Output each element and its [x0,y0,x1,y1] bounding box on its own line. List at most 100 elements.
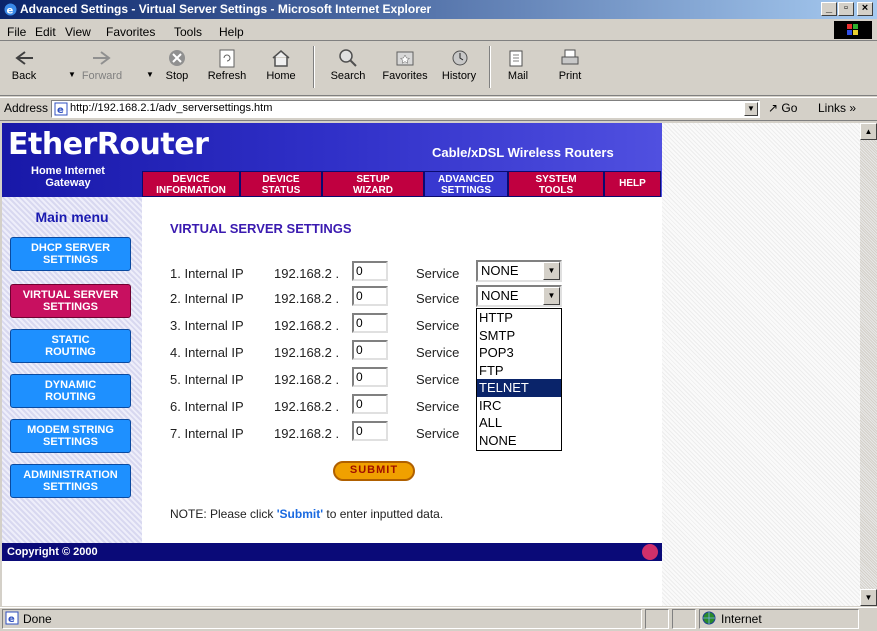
service-label: Service [416,345,460,360]
sidebar-item-label: VIRTUAL SERVER [22,289,119,301]
nav-label: INFORMATION [156,185,226,196]
page-icon: e [54,102,68,116]
menu-file[interactable]: File [7,25,26,39]
favorites-label: Favorites [382,70,428,82]
service-value: NONE [481,263,519,278]
dropdown-option-pop3[interactable]: POP3 [477,344,561,362]
status-panel [672,609,696,629]
sidebar-item-label: SETTINGS [42,436,98,448]
nav-help[interactable]: HELP [604,171,661,197]
page-background [662,123,860,606]
menu-edit[interactable]: Edit [35,25,56,39]
sidebar-item-label: SETTINGS [42,301,98,313]
service-value: NONE [481,288,519,303]
internal-ip-input[interactable]: 0 [352,313,388,333]
nav-system-tools[interactable]: SYSTEM TOOLS [508,171,604,197]
search-button[interactable]: Search [326,44,370,92]
ip-prefix: 192.168.2 . [274,291,340,306]
sub-brand: Home Internet Gateway [8,165,128,189]
menu-view[interactable]: View [65,25,91,39]
sidebar-item-dynamic-routing[interactable]: DYNAMIC ROUTING [10,374,131,408]
row-label: 2. Internal IP [170,291,244,306]
status-panel [645,609,669,629]
nav-advanced-settings[interactable]: ADVANCED SETTINGS [424,171,508,197]
menu-help[interactable]: Help [219,25,244,39]
dropdown-option-http[interactable]: HTTP [477,309,561,327]
menu-favorites[interactable]: Favorites [106,25,155,39]
mail-button[interactable]: Mail [496,44,540,92]
go-button[interactable]: ↗ Go [768,101,797,115]
scroll-up-icon[interactable]: ▲ [860,123,877,140]
window-title: Advanced Settings - Virtual Server Setti… [20,2,432,16]
sidebar-item-modem-string-settings[interactable]: MODEM STRING SETTINGS [10,419,131,453]
ip-prefix: 192.168.2 . [274,345,340,360]
maximize-button[interactable]: ▫ [838,2,854,16]
links-button[interactable]: Links » [818,101,856,115]
chevron-down-icon: ▼ [543,262,560,280]
nav-label: SETTINGS [440,185,491,196]
nav-label: TOOLS [538,185,574,196]
brand-logo: EtherRouter [8,127,209,162]
stop-button[interactable]: Stop [155,44,199,92]
main-menu-title: Main menu [35,209,109,225]
svg-text:e: e [7,6,14,17]
nav-device-information[interactable]: DEVICE INFORMATION [142,171,240,197]
internal-ip-input[interactable]: 0 [352,340,388,360]
minimize-button[interactable]: _ [821,2,837,16]
scroll-down-icon[interactable]: ▼ [860,589,877,606]
go-label: Go [781,101,798,115]
row-label: 6. Internal IP [170,399,244,414]
dropdown-option-smtp[interactable]: SMTP [477,327,561,345]
menu-tools[interactable]: Tools [174,25,202,39]
sidebar-item-static-routing[interactable]: STATIC ROUTING [10,329,131,363]
vertical-scrollbar[interactable] [860,123,877,606]
status-panel [2,609,642,629]
sidebar-item-label: ROUTING [45,346,96,358]
refresh-icon [219,49,235,68]
internal-ip-input[interactable]: 0 [352,261,388,281]
dropdown-option-irc[interactable]: IRC [477,397,561,415]
nav-label: SYSTEM [535,174,577,185]
history-label: History [441,70,477,82]
service-select[interactable]: NONE ▼ [476,285,562,307]
globe-icon [702,611,716,625]
dropdown-option-telnet[interactable]: TELNET [477,379,561,397]
back-button[interactable]: Back [2,44,46,92]
refresh-button[interactable]: Refresh [205,44,249,92]
favorites-button[interactable]: Favorites [378,44,432,92]
forward-button[interactable]: Forward [80,44,124,92]
nav-label: ADVANCED [438,174,494,185]
nav-label: HELP [619,178,646,189]
dropdown-option-none[interactable]: NONE [477,432,561,450]
internal-ip-input[interactable]: 0 [352,286,388,306]
service-dropdown-list: HTTP SMTP POP3 FTP TELNET IRC ALL NONE [476,308,562,451]
favorites-icon [396,51,414,66]
row-label: 1. Internal IP [170,266,244,281]
sidebar-item-administration-settings[interactable]: ADMINISTRATION SETTINGS [10,464,131,498]
tagline: Cable/xDSL Wireless Routers [432,145,614,160]
dropdown-option-ftp[interactable]: FTP [477,362,561,380]
internal-ip-input[interactable]: 0 [352,394,388,414]
back-arrow-icon [15,51,33,65]
sidebar-item-dhcp-server-settings[interactable]: DHCP SERVER SETTINGS [10,237,131,271]
service-select[interactable]: NONE ▼ [476,260,562,282]
history-button[interactable]: History [437,44,481,92]
internal-ip-input[interactable]: 0 [352,421,388,441]
home-button[interactable]: Home [259,44,303,92]
back-dropdown-icon[interactable]: ▼ [68,70,76,79]
sidebar-item-label: SETTINGS [42,254,98,266]
internal-ip-input[interactable]: 0 [352,367,388,387]
ip-prefix: 192.168.2 . [274,399,340,414]
sidebar-item-virtual-server-settings[interactable]: VIRTUAL SERVER SETTINGS [10,284,131,318]
search-icon [339,49,357,67]
dropdown-option-all[interactable]: ALL [477,414,561,432]
sidebar-item-label: SETTINGS [42,481,98,493]
nav-device-status[interactable]: DEVICE STATUS [240,171,322,197]
print-button[interactable]: Print [548,44,592,92]
submit-button[interactable]: SUBMIT [333,461,415,481]
print-label: Print [558,70,582,82]
forward-dropdown-icon[interactable]: ▼ [146,70,154,79]
nav-setup-wizard[interactable]: SETUP WIZARD [322,171,424,197]
address-dropdown-icon[interactable]: ▼ [744,102,758,116]
close-button[interactable]: × [857,2,873,16]
